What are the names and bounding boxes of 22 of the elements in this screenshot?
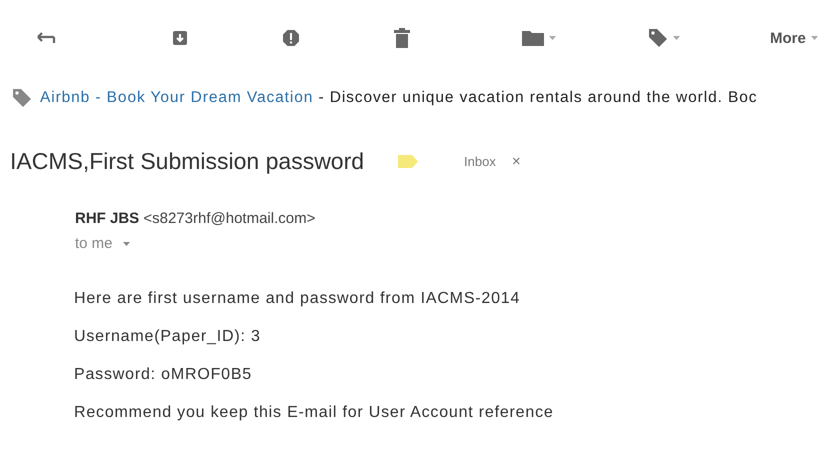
- folder-icon: [522, 30, 544, 46]
- message-line: Password: oMROF0B5: [74, 366, 254, 384]
- back-arrow-icon: [36, 31, 56, 45]
- sender-name: RHF JBS: [75, 210, 140, 227]
- caret-icon[interactable]: [122, 242, 130, 246]
- tag-icon: [648, 28, 668, 48]
- message-line: Username(Paper_ID): 3: [74, 328, 262, 346]
- trash-icon: [394, 28, 410, 48]
- inbox-label: Inbox: [464, 154, 496, 169]
- recipient-text: to me: [75, 235, 113, 252]
- email-subject: IACMS,First Submission password: [10, 148, 364, 175]
- message-line: Here are first username and password from IACMS-2014: [74, 290, 522, 308]
- sender-email: <s8273rhf@hotmail.com>: [143, 210, 316, 227]
- exclamation-icon: [282, 29, 300, 47]
- message-line: Recommend you keep this E-mail for User Account reference: [74, 404, 555, 422]
- ad-text: Airbnb - Book Your Dream Vacation - Discover unique vacation rentals around the world. Boc: [40, 89, 758, 107]
- archive-icon: [172, 30, 188, 46]
- remove-label-button[interactable]: ×: [510, 153, 523, 170]
- tag-icon: [12, 88, 32, 108]
- ad-link[interactable]: Airbnb - Book Your Dream Vacation: [40, 89, 314, 106]
- importance-marker-icon[interactable]: [398, 155, 418, 168]
- more-button[interactable]: More: [766, 26, 822, 50]
